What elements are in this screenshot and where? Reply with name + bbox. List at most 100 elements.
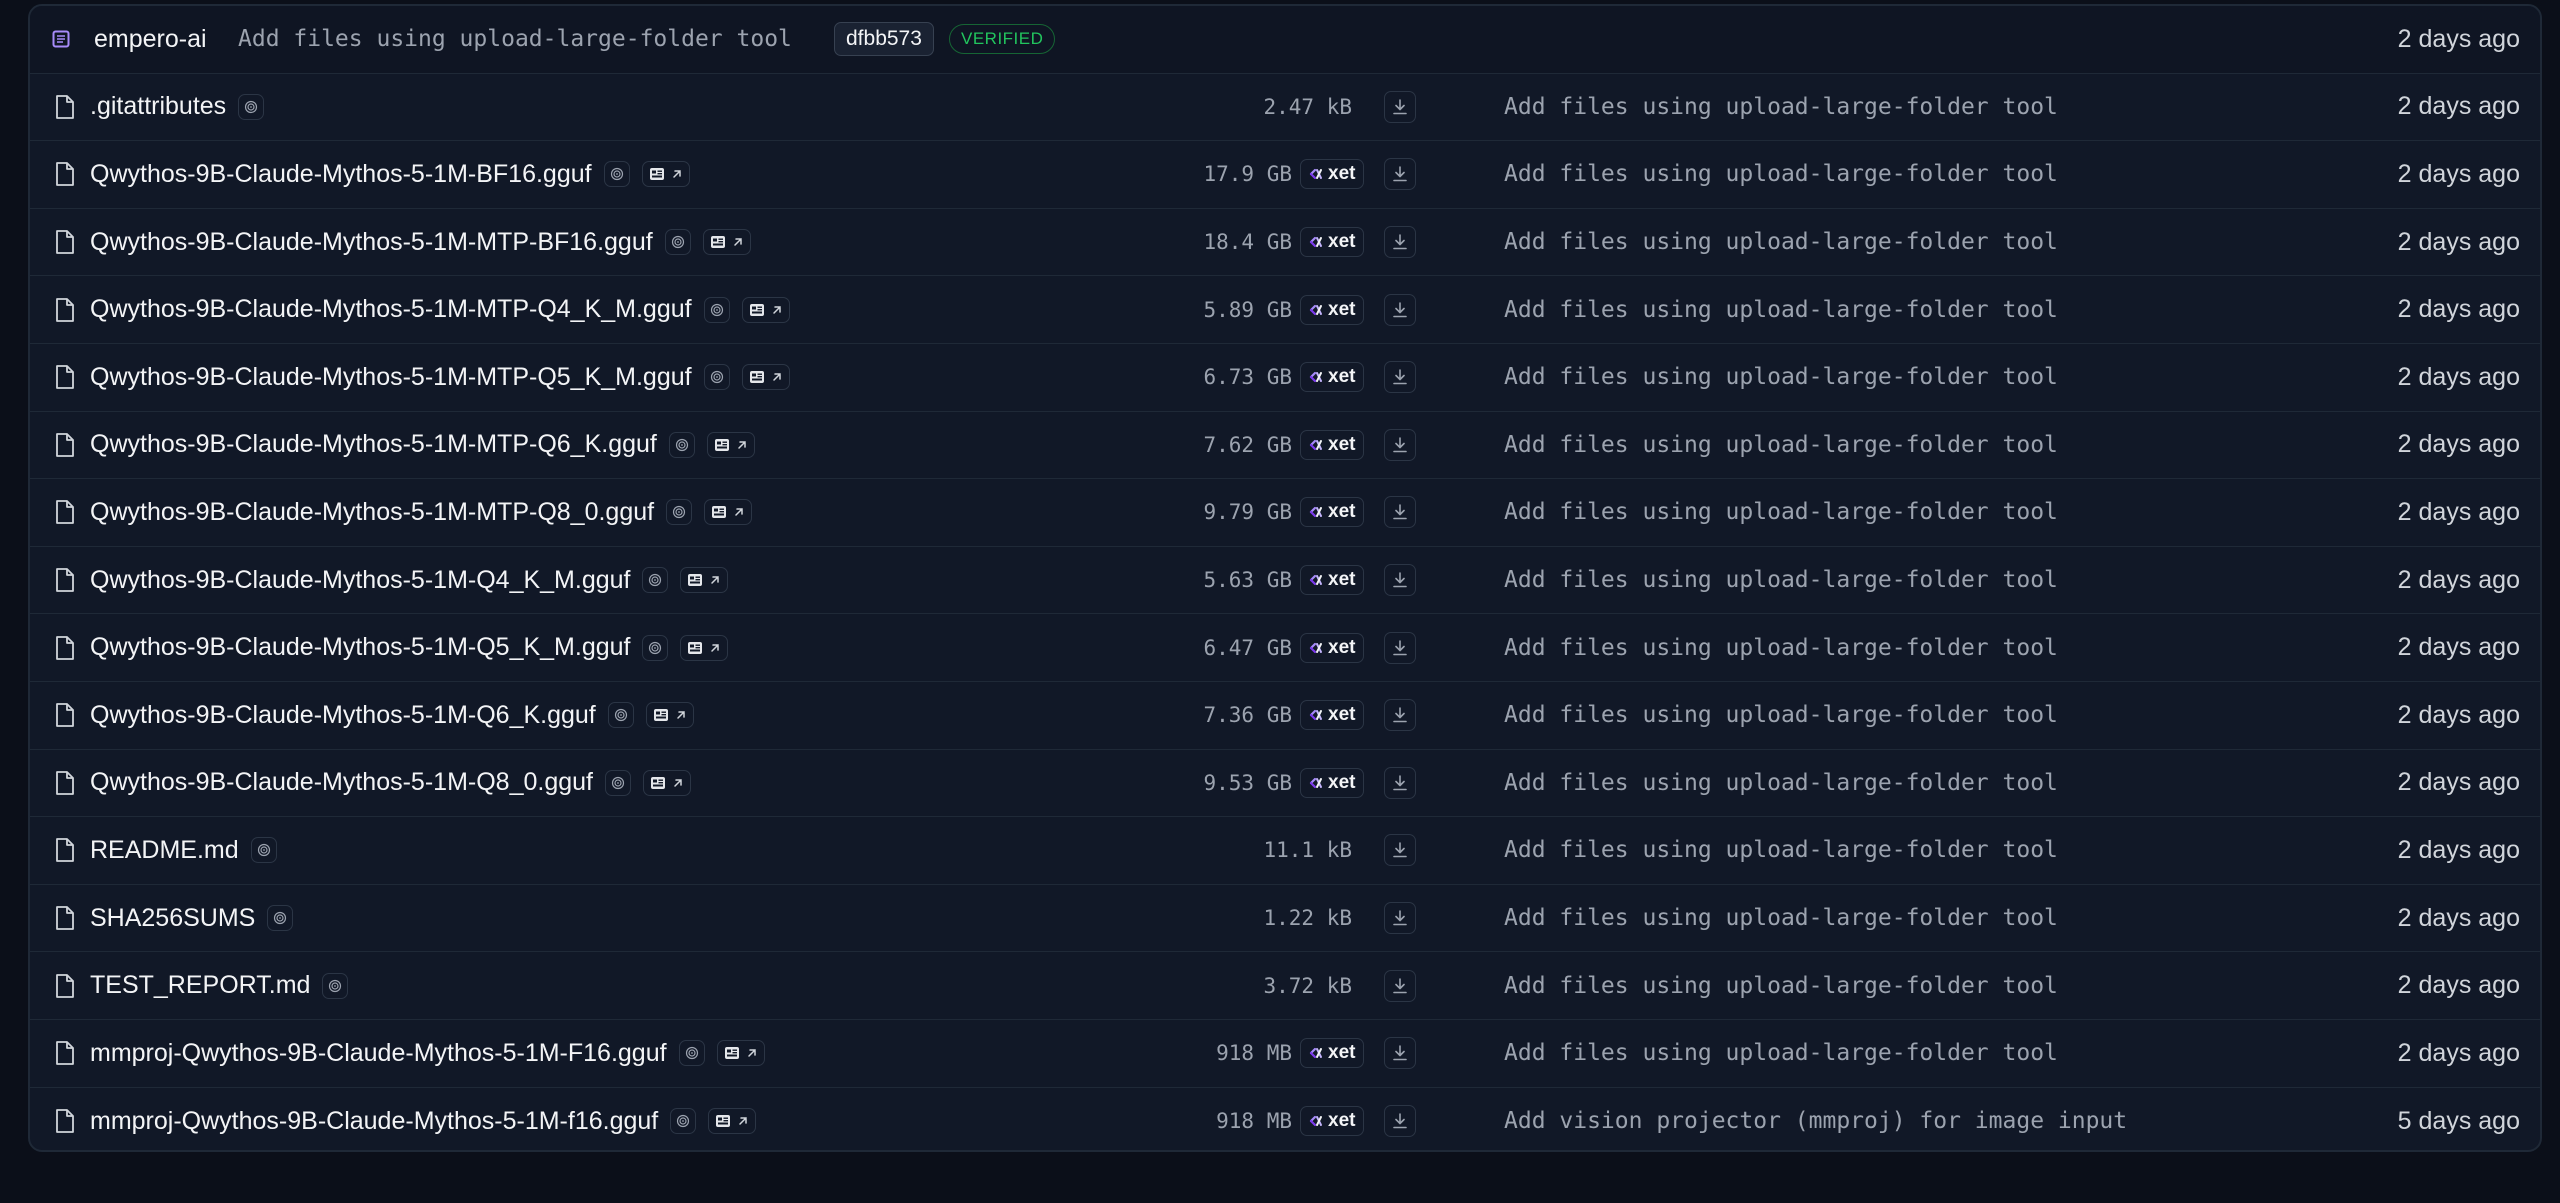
lfs-pointer-icon[interactable] xyxy=(238,93,265,120)
download-button[interactable] xyxy=(1384,564,1416,597)
file-commit-message[interactable]: Add files using upload-large-folder tool xyxy=(1504,567,2058,593)
download-button[interactable] xyxy=(1384,90,1416,123)
file-row[interactable]: TEST_REPORT.md 3.72 kB Add files using upl… xyxy=(30,952,2540,1020)
lfs-pointer-icon[interactable] xyxy=(607,702,634,729)
gguf-viewer-button[interactable] xyxy=(680,567,729,594)
file-name-link[interactable]: Qwythos-9B-Claude-Mythos-5-1M-Q5_K_M.ggu… xyxy=(90,633,630,662)
file-name-link[interactable]: Qwythos-9B-Claude-Mythos-5-1M-MTP-Q8_0.g… xyxy=(90,498,654,527)
gguf-viewer-button[interactable] xyxy=(704,499,753,526)
file-row[interactable]: mmproj-Qwythos-9B-Claude-Mythos-5-1M-F16… xyxy=(30,1020,2540,1088)
lfs-pointer-icon[interactable] xyxy=(267,905,294,932)
gguf-viewer-button[interactable] xyxy=(702,229,751,256)
download-button[interactable] xyxy=(1384,158,1416,191)
xet-badge[interactable]: xet xyxy=(1300,497,1365,528)
file-commit-message[interactable]: Add files using upload-large-folder tool xyxy=(1504,837,2058,863)
file-commit-message[interactable]: Add files using upload-large-folder tool xyxy=(1504,94,2058,120)
file-name-link[interactable]: README.md xyxy=(90,836,239,865)
lfs-pointer-icon[interactable] xyxy=(668,431,695,458)
file-row[interactable]: Qwythos-9B-Claude-Mythos-5-1M-MTP-Q5_K_M… xyxy=(30,344,2540,412)
file-row[interactable]: Qwythos-9B-Claude-Mythos-5-1M-BF16.gguf 1… xyxy=(30,141,2540,209)
xet-badge[interactable]: xet xyxy=(1300,565,1365,596)
file-row[interactable]: Qwythos-9B-Claude-Mythos-5-1M-MTP-Q8_0.g… xyxy=(30,479,2540,547)
download-button[interactable] xyxy=(1384,361,1416,394)
file-commit-message[interactable]: Add files using upload-large-folder tool xyxy=(1504,635,2058,661)
lfs-pointer-icon[interactable] xyxy=(703,364,730,391)
lfs-pointer-icon[interactable] xyxy=(642,634,669,661)
file-name-link[interactable]: Qwythos-9B-Claude-Mythos-5-1M-MTP-Q5_K_M… xyxy=(90,363,692,392)
download-button[interactable] xyxy=(1384,902,1416,935)
gguf-viewer-button[interactable] xyxy=(642,769,691,796)
download-button[interactable] xyxy=(1384,1105,1416,1138)
file-commit-message[interactable]: Add files using upload-large-folder tool xyxy=(1504,499,2058,525)
file-name-link[interactable]: Qwythos-9B-Claude-Mythos-5-1M-MTP-BF16.g… xyxy=(90,228,653,257)
file-name-link[interactable]: mmproj-Qwythos-9B-Claude-Mythos-5-1M-F16… xyxy=(90,1039,667,1068)
file-commit-message[interactable]: Add files using upload-large-folder tool xyxy=(1504,905,2058,931)
download-button[interactable] xyxy=(1384,428,1416,461)
xet-badge[interactable]: xet xyxy=(1300,159,1365,190)
file-name-link[interactable]: SHA256SUMS xyxy=(90,904,255,933)
file-name-link[interactable]: mmproj-Qwythos-9B-Claude-Mythos-5-1M-f16… xyxy=(90,1107,658,1136)
xet-badge[interactable]: xet xyxy=(1300,1106,1365,1137)
gguf-viewer-button[interactable] xyxy=(716,1040,765,1067)
file-name-link[interactable]: Qwythos-9B-Claude-Mythos-5-1M-Q4_K_M.ggu… xyxy=(90,566,630,595)
xet-badge[interactable]: xet xyxy=(1300,362,1365,393)
download-button[interactable] xyxy=(1384,834,1416,867)
xet-badge[interactable]: xet xyxy=(1300,429,1365,460)
file-commit-message[interactable]: Add files using upload-large-folder tool xyxy=(1504,297,2058,323)
download-button[interactable] xyxy=(1384,699,1416,732)
lfs-pointer-icon[interactable] xyxy=(604,769,631,796)
file-commit-message[interactable]: Add files using upload-large-folder tool xyxy=(1504,229,2058,255)
commit-message[interactable]: Add files using upload-large-folder tool xyxy=(238,26,792,52)
file-row[interactable]: mmproj-Qwythos-9B-Claude-Mythos-5-1M-f16… xyxy=(30,1088,2540,1151)
xet-badge[interactable]: xet xyxy=(1300,700,1365,731)
download-button[interactable] xyxy=(1384,631,1416,664)
file-row[interactable]: Qwythos-9B-Claude-Mythos-5-1M-Q5_K_M.ggu… xyxy=(30,614,2540,682)
lfs-pointer-icon[interactable] xyxy=(603,161,630,188)
file-name-link[interactable]: Qwythos-9B-Claude-Mythos-5-1M-BF16.gguf xyxy=(90,160,592,189)
xet-badge[interactable]: xet xyxy=(1300,294,1365,325)
gguf-viewer-button[interactable] xyxy=(741,296,790,323)
download-button[interactable] xyxy=(1384,496,1416,529)
xet-badge[interactable]: xet xyxy=(1300,632,1365,663)
file-row[interactable]: SHA256SUMS 1.22 kB Add files using upload-… xyxy=(30,885,2540,953)
file-row[interactable]: Qwythos-9B-Claude-Mythos-5-1M-Q4_K_M.ggu… xyxy=(30,547,2540,615)
file-row[interactable]: Qwythos-9B-Claude-Mythos-5-1M-Q6_K.gguf 7… xyxy=(30,682,2540,750)
lfs-pointer-icon[interactable] xyxy=(703,296,730,323)
xet-badge[interactable]: xet xyxy=(1300,1038,1365,1069)
gguf-viewer-button[interactable] xyxy=(741,364,790,391)
gguf-viewer-button[interactable] xyxy=(706,431,755,458)
file-commit-message[interactable]: Add files using upload-large-folder tool xyxy=(1504,770,2058,796)
lfs-pointer-icon[interactable] xyxy=(322,972,349,999)
lfs-pointer-icon[interactable] xyxy=(642,567,669,594)
download-button[interactable] xyxy=(1384,1037,1416,1070)
file-row[interactable]: .gitattributes 2.47 kB Add files using upl… xyxy=(30,74,2540,142)
lfs-pointer-icon[interactable] xyxy=(250,837,277,864)
download-button[interactable] xyxy=(1384,293,1416,326)
lfs-pointer-icon[interactable] xyxy=(678,1040,705,1067)
gguf-viewer-button[interactable] xyxy=(641,161,690,188)
commit-hash-badge[interactable]: dfbb573 xyxy=(834,22,934,57)
file-name-link[interactable]: Qwythos-9B-Claude-Mythos-5-1M-MTP-Q6_K.g… xyxy=(90,430,657,459)
gguf-viewer-button[interactable] xyxy=(680,634,729,661)
xet-badge[interactable]: xet xyxy=(1300,767,1365,798)
file-commit-message[interactable]: Add files using upload-large-folder tool xyxy=(1504,161,2058,187)
gguf-viewer-button[interactable] xyxy=(708,1108,757,1135)
download-button[interactable] xyxy=(1384,766,1416,799)
file-name-link[interactable]: Qwythos-9B-Claude-Mythos-5-1M-Q8_0.gguf xyxy=(90,768,593,797)
file-commit-message[interactable]: Add files using upload-large-folder tool xyxy=(1504,432,2058,458)
file-commit-message[interactable]: Add files using upload-large-folder tool xyxy=(1504,702,2058,728)
commit-author[interactable]: empero-ai xyxy=(94,25,207,54)
file-name-link[interactable]: .gitattributes xyxy=(90,92,226,121)
file-row[interactable]: README.md 11.1 kB Add files using upload-l… xyxy=(30,817,2540,885)
file-commit-message[interactable]: Add files using upload-large-folder tool xyxy=(1504,1040,2058,1066)
gguf-viewer-button[interactable] xyxy=(645,702,694,729)
file-row[interactable]: Qwythos-9B-Claude-Mythos-5-1M-MTP-Q4_K_M… xyxy=(30,276,2540,344)
download-button[interactable] xyxy=(1384,226,1416,259)
file-name-link[interactable]: Qwythos-9B-Claude-Mythos-5-1M-MTP-Q4_K_M… xyxy=(90,295,692,324)
file-commit-message[interactable]: Add vision projector (mmproj) for image … xyxy=(1504,1108,2127,1134)
file-commit-message[interactable]: Add files using upload-large-folder tool xyxy=(1504,973,2058,999)
lfs-pointer-icon[interactable] xyxy=(664,229,691,256)
xet-badge[interactable]: xet xyxy=(1300,227,1365,258)
file-row[interactable]: Qwythos-9B-Claude-Mythos-5-1M-MTP-BF16.g… xyxy=(30,209,2540,277)
file-row[interactable]: Qwythos-9B-Claude-Mythos-5-1M-Q8_0.gguf 9… xyxy=(30,750,2540,818)
